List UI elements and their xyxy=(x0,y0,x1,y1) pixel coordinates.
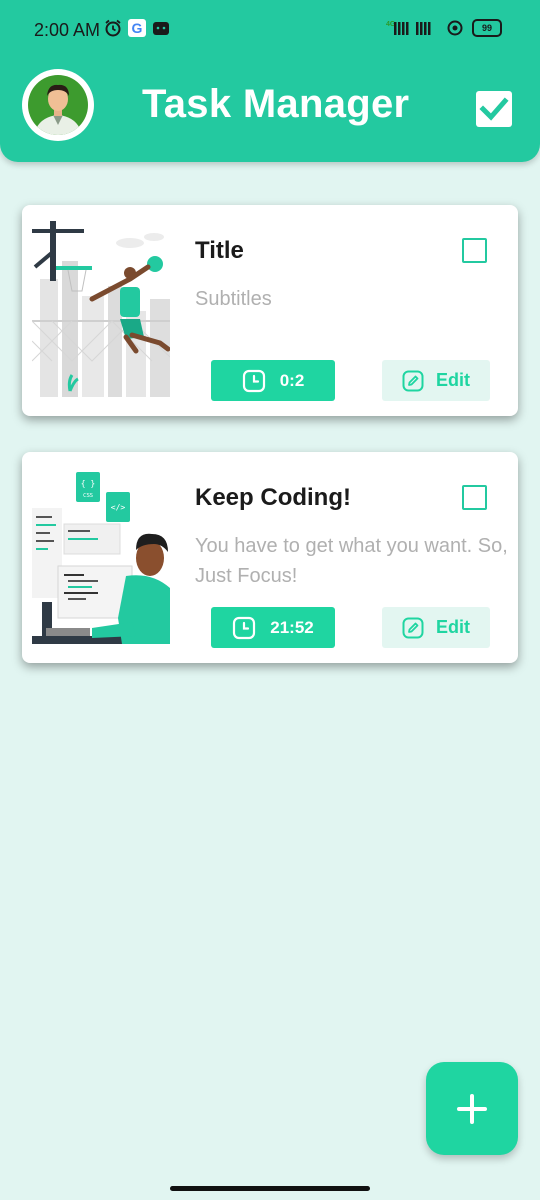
coding-developer-illustration: { } CSS </> xyxy=(32,468,170,644)
edit-label: Edit xyxy=(436,617,470,637)
plus-icon xyxy=(457,1093,487,1124)
home-indicator[interactable] xyxy=(170,1186,370,1191)
clock-icon xyxy=(233,616,256,639)
task-card[interactable]: Title Subtitles 0:2 Edit xyxy=(22,205,518,416)
android-icon xyxy=(153,22,169,35)
edit-label: Edit xyxy=(436,370,470,390)
add-task-button[interactable] xyxy=(426,1062,518,1155)
timer-button[interactable]: 0:2 xyxy=(211,360,335,401)
app-header: 2:00 AM G 4G 99 Task Manager xyxy=(0,0,540,162)
svg-text:G: G xyxy=(132,20,143,36)
status-system-icons: 4G 99 xyxy=(386,19,502,37)
pencil-icon xyxy=(402,370,424,391)
pencil-icon xyxy=(402,617,424,638)
battery-icon: 99 xyxy=(472,19,502,37)
signal-icon: 4G xyxy=(386,21,431,35)
hotspot-icon xyxy=(447,20,463,36)
timer-label: 21:52 xyxy=(270,617,314,637)
svg-text:CSS: CSS xyxy=(83,493,93,499)
google-icon: G xyxy=(128,19,146,37)
task-checkbox[interactable] xyxy=(462,238,487,263)
task-card[interactable]: { } CSS </> Keep Coding! You have to get… xyxy=(22,452,518,663)
status-bar: 2:00 AM G 4G 99 xyxy=(0,0,540,60)
checkmark-icon xyxy=(479,97,509,121)
task-subtitle: You have to get what you want. So, Just … xyxy=(195,535,508,587)
status-notification-icons: G xyxy=(104,19,170,37)
task-title: Title xyxy=(195,237,244,264)
task-checkbox[interactable] xyxy=(462,485,487,510)
svg-text:</>: </> xyxy=(111,503,126,512)
alarm-icon xyxy=(105,19,121,37)
app-title: Task Manager xyxy=(142,82,410,126)
task-subtitle: Subtitles xyxy=(195,288,272,310)
edit-button[interactable]: Edit xyxy=(382,607,490,648)
svg-text:{ }: { } xyxy=(81,479,95,488)
timer-label: 0:2 xyxy=(279,370,305,390)
status-time: 2:00 AM xyxy=(34,20,101,40)
edit-button[interactable]: Edit xyxy=(382,360,490,401)
task-title: Keep Coding! xyxy=(195,484,351,511)
basketball-player-illustration xyxy=(32,221,170,397)
clock-icon xyxy=(242,369,265,392)
check-all-button[interactable] xyxy=(476,91,512,127)
timer-button[interactable]: 21:52 xyxy=(211,607,335,648)
avatar-image xyxy=(28,75,88,135)
avatar[interactable] xyxy=(22,69,94,141)
